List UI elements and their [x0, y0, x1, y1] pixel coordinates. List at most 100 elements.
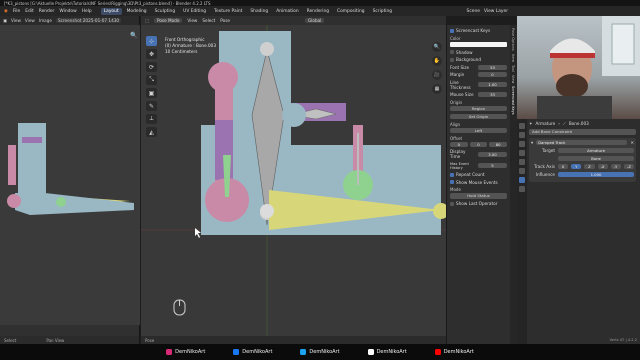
tool-props-icon[interactable] [519, 123, 525, 129]
menu-select[interactable]: Select [202, 18, 215, 23]
cursor-tool-icon[interactable]: ✥ [146, 49, 157, 59]
screencast-keys-checkbox[interactable] [450, 28, 454, 33]
offset-z-field[interactable]: 80 [489, 141, 508, 147]
show-mouse-events-checkbox[interactable] [450, 180, 454, 184]
menu-render[interactable]: Render [39, 9, 55, 14]
axis-neg-x[interactable]: -X [597, 163, 608, 169]
blender-logo-icon[interactable]: ◉ [4, 9, 8, 14]
offset-x-field[interactable]: 0 [450, 141, 468, 147]
menu-view[interactable]: View [11, 18, 21, 23]
tab-shading[interactable]: Shading [247, 8, 271, 15]
display-time-label: Display Time [450, 149, 466, 159]
line-thickness-field[interactable]: 1.00 [478, 82, 507, 87]
scene-selector[interactable]: Scene [467, 9, 480, 14]
image-name-field[interactable]: Screenshot 2025-01-07 1430 [55, 18, 122, 23]
repeat-count-checkbox[interactable] [450, 172, 454, 177]
show-last-operator-checkbox[interactable] [450, 201, 454, 206]
viewport-header: ⬚ Pose Mode View Select Pose Global [141, 16, 446, 25]
menu-image[interactable]: Image [39, 18, 52, 23]
reference-image: 🔍 [0, 25, 140, 325]
annotate-tool-icon[interactable]: ✎ [146, 101, 157, 111]
constraint-name-field[interactable]: Damped Track [536, 139, 628, 145]
offset-y-field[interactable]: 0 [469, 141, 488, 147]
editor-type-icon[interactable]: ▣ [3, 18, 7, 23]
menu-edit[interactable]: Edit [25, 9, 34, 14]
workspace-tabs: Layout Modeling Sculpting UV Editing Tex… [100, 7, 396, 15]
ref-piston-pink [8, 145, 16, 185]
tab-pose-options[interactable]: Pose Options [511, 28, 515, 51]
menu-file[interactable]: File [13, 9, 20, 14]
tab-screencast-keys[interactable]: Screencast Keys [511, 86, 515, 115]
transform-tool-icon[interactable]: ▣ [146, 88, 157, 98]
editor-type-icon[interactable]: ⬚ [145, 18, 149, 23]
tab-tool[interactable]: Tool [511, 65, 515, 72]
zoom-icon[interactable]: 🔍 [432, 42, 442, 52]
youtube-icon [434, 349, 441, 355]
data-props-icon[interactable] [519, 186, 525, 192]
tab-layout[interactable]: Layout [100, 7, 122, 15]
pan-icon[interactable]: ✋ [432, 56, 442, 66]
add-bone-constraint-button[interactable]: Add Bone Constraint [529, 129, 636, 135]
3d-viewport[interactable]: ⬚ Pose Mode View Select Pose Global Fron… [141, 16, 446, 344]
axis-neg-z[interactable]: -Z [623, 163, 635, 169]
tab-view[interactable]: View [511, 75, 515, 83]
tab-texture-paint[interactable]: Texture Paint [211, 8, 245, 15]
shadow-checkbox[interactable] [450, 50, 454, 54]
menu-pose[interactable]: Pose [220, 18, 230, 23]
align-dropdown[interactable]: Left [450, 127, 507, 133]
bone-constraint-props-icon[interactable] [519, 177, 525, 183]
axis-neg-y[interactable]: -Y [610, 163, 621, 169]
axis-x[interactable]: X [558, 163, 569, 169]
output-props-icon[interactable] [519, 141, 525, 147]
display-time-field[interactable]: 3.00 [478, 151, 507, 157]
tab-scripting[interactable]: Scripting [370, 8, 396, 15]
scene-props-icon[interactable] [519, 150, 525, 156]
tab-modeling[interactable]: Modeling [124, 8, 150, 15]
bone-props-icon[interactable] [519, 168, 525, 174]
bone-field[interactable]: Bone [558, 155, 634, 161]
background-checkbox[interactable] [450, 57, 454, 62]
properties-breadcrumb: ✶ Armature › ⟋ Bone.003 [529, 121, 589, 126]
breadcrumb-bone: Bone.003 [568, 121, 589, 126]
influence-slider[interactable]: 1.000 [558, 171, 634, 177]
menu-bar: ◉ File Edit Render Window Help Layout Mo… [0, 6, 640, 16]
select-tool-icon[interactable]: ⊹ [146, 36, 157, 46]
mode-dropdown[interactable]: Hold Status [450, 193, 507, 199]
image-editor-footer: Select Pan View [0, 336, 139, 344]
mouse-size-field[interactable]: 33 [478, 92, 507, 97]
tab-rendering[interactable]: Rendering [304, 8, 332, 15]
expand-icon[interactable]: ▾ [531, 140, 533, 145]
margin-field[interactable]: 0 [478, 72, 507, 77]
instagram-icon [166, 349, 173, 355]
scale-tool-icon[interactable]: ⤡ [146, 75, 157, 85]
axis-z[interactable]: Z [584, 163, 595, 169]
target-field[interactable]: Armature [558, 147, 634, 153]
tab-uv-editing[interactable]: UV Editing [180, 8, 209, 15]
max-history-field[interactable]: 5 [478, 163, 507, 168]
menu-view[interactable]: View [187, 18, 197, 23]
measure-tool-icon[interactable]: ⟂ [146, 114, 157, 124]
camera-icon[interactable]: 🎥 [432, 70, 442, 80]
rotate-tool-icon[interactable]: ⟳ [146, 62, 157, 72]
tab-compositing[interactable]: Compositing [334, 8, 368, 15]
color-swatch[interactable] [450, 41, 507, 47]
mode-dropdown[interactable]: Pose Mode [153, 18, 183, 23]
view-layer-selector[interactable]: View Layer [484, 9, 508, 14]
tab-animation[interactable]: Animation [273, 8, 301, 15]
relax-tool-icon[interactable]: ◭ [146, 127, 157, 137]
transform-orientation-dropdown[interactable]: Global [304, 18, 325, 23]
reference-image-editor[interactable]: ▣ View View Image Screenshot 2025-01-07 … [0, 16, 140, 344]
font-size-field[interactable]: 53 [478, 64, 507, 70]
close-icon[interactable]: ✕ [630, 140, 634, 145]
origin-dropdown[interactable]: Region [450, 105, 507, 111]
tab-item[interactable]: Item [511, 54, 515, 62]
axis-y[interactable]: Y [571, 163, 582, 169]
object-props-icon[interactable] [519, 159, 525, 165]
menu-help[interactable]: Help [82, 9, 92, 14]
set-origin-button[interactable]: Set Origin [450, 113, 507, 119]
ortho-toggle-icon[interactable]: ▦ [432, 84, 442, 94]
menu-view-2[interactable]: View [25, 18, 35, 23]
menu-window[interactable]: Window [59, 9, 76, 14]
render-props-icon[interactable] [519, 132, 525, 138]
tab-sculpting[interactable]: Sculpting [152, 8, 179, 15]
